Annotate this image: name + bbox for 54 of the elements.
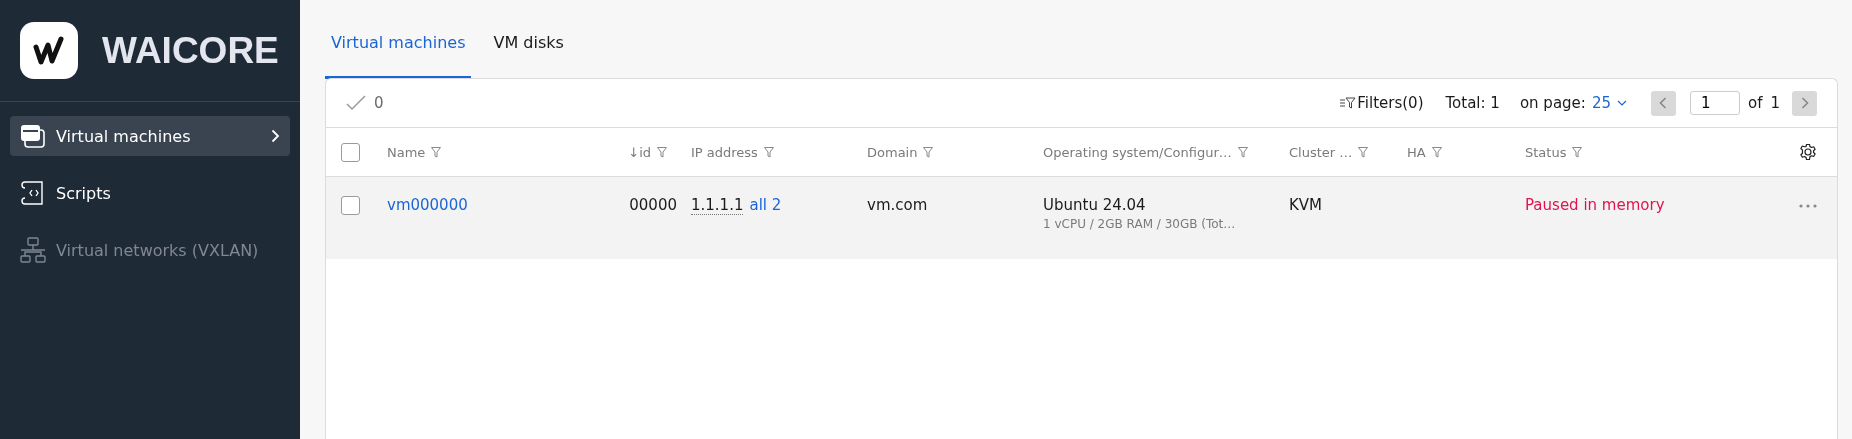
all-ips-link[interactable]: all 2 — [749, 196, 782, 215]
column-header[interactable]: Name — [387, 144, 426, 160]
column-header[interactable]: Status — [1525, 144, 1567, 160]
filters-button[interactable]: Filters(0) — [1357, 94, 1424, 112]
table-cell-text: KVM — [1289, 196, 1324, 214]
column-header[interactable]: IP address — [691, 144, 758, 160]
table-row[interactable]: vm000000 00000 1.1.1.1 all 2 vm.com Ubuntu 24.04 1 vCPU / 2GB RAM / 30GB (Tot… KVM Paused in memory — [326, 177, 1837, 259]
caret-icon[interactable] — [1617, 100, 1627, 106]
table-cell-text: 00000 — [628, 196, 678, 214]
total-count: Total: 1 — [1445, 94, 1500, 112]
check-icon — [346, 95, 366, 111]
filter-list-icon[interactable] — [1340, 97, 1357, 109]
filter-icon[interactable] — [1358, 146, 1369, 158]
more-icon[interactable] — [1799, 204, 1817, 208]
chevron-icon — [271, 129, 280, 143]
network-icon — [20, 237, 46, 263]
column-header[interactable]: HA — [1407, 144, 1426, 160]
table-cell-text: vm.com — [867, 196, 929, 214]
brand-name: WAICORE — [102, 29, 279, 72]
sidebar-item[interactable]: Scripts — [10, 173, 290, 213]
filter-icon[interactable] — [431, 146, 442, 158]
filter-icon[interactable] — [763, 146, 774, 158]
vm-status: Paused in memory — [1525, 196, 1666, 214]
page-count: 1 — [1770, 94, 1780, 112]
vm-configuration: 1 vCPU / 2GB RAM / 30GB (Tot… — [1043, 217, 1237, 231]
select-all-checkbox[interactable] — [341, 142, 360, 162]
settings-icon[interactable] — [1799, 143, 1817, 161]
page-size-select[interactable]: 25 — [1591, 94, 1611, 112]
ip-address: 1.1.1.1 — [691, 196, 744, 215]
os-name: Ubuntu 24.04 — [1043, 196, 1147, 214]
chevron-right-icon — [1800, 97, 1809, 109]
page-of-label: of — [1748, 94, 1763, 112]
vm-name-link[interactable]: vm000000 — [387, 196, 597, 214]
selected-count: 0 — [374, 94, 384, 112]
logo-icon — [20, 22, 78, 79]
next-page-button[interactable] — [1792, 90, 1817, 116]
filter-icon[interactable] — [657, 146, 667, 158]
column-header[interactable]: Cluster … — [1289, 144, 1353, 160]
page-size-label: on page: — [1519, 94, 1586, 112]
tab[interactable]: VM disks — [487, 33, 570, 79]
filter-icon[interactable] — [923, 146, 934, 158]
filter-icon[interactable] — [1237, 146, 1248, 158]
filter-icon[interactable] — [1431, 146, 1442, 158]
row-checkbox[interactable] — [341, 196, 360, 215]
page-input[interactable]: 1 — [1690, 91, 1740, 115]
previous-page-button[interactable] — [1651, 90, 1676, 116]
column-header[interactable]: Domain — [867, 144, 918, 160]
column-header[interactable]: ↓id — [628, 144, 651, 160]
script-icon — [20, 180, 46, 206]
windows-icon — [20, 123, 46, 149]
chevron-left-icon — [1659, 97, 1668, 109]
column-header[interactable]: Operating system/Configur… — [1043, 144, 1232, 160]
sidebar-item[interactable]: Virtual machines — [10, 116, 290, 156]
filter-icon[interactable] — [1572, 146, 1583, 158]
